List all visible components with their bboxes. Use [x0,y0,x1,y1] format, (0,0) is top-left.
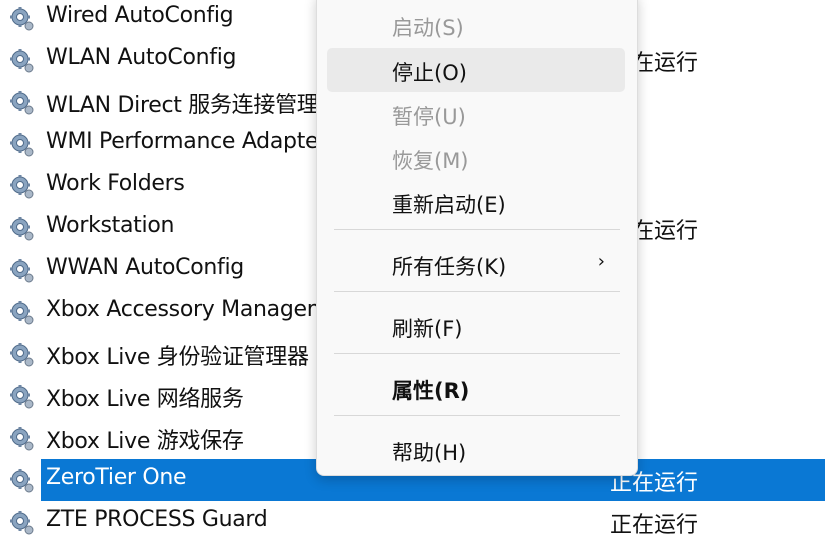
menu-resume: 恢复(M) [327,136,625,180]
service-name: Workstation [46,213,175,238]
menu-restart-label: 重新启动(E) [392,193,506,217]
menu-start: 启动(S) [327,3,625,47]
menu-separator [334,229,620,230]
menu-stop[interactable]: 停止(O) [327,48,625,92]
menu-pause: 暂停(U) [327,92,625,136]
service-name: WLAN Direct 服务连接管理器 [46,93,341,118]
menu-separator [334,291,620,292]
gear-icon [9,384,35,410]
service-name: Wired AutoConfig [46,3,234,28]
service-name: Xbox Live 游戏保存 [46,429,244,454]
service-name: WLAN AutoConfig [46,45,237,70]
menu-help[interactable]: 帮助(H) [327,428,625,472]
gear-icon [9,6,35,32]
gear-icon [9,132,35,158]
menu-resume-label: 恢复(M) [392,149,469,173]
service-name: ZTE PROCESS Guard [46,507,268,532]
service-name: WMI Performance Adapter [46,129,328,154]
service-name: Work Folders [46,171,185,196]
gear-icon [9,468,35,494]
service-row[interactable]: ZTE PROCESS Guard 正在运行 [0,501,825,543]
gear-icon [9,174,35,200]
gear-icon [9,258,35,284]
service-name: WWAN AutoConfig [46,255,244,280]
menu-start-label: 启动(S) [392,16,464,40]
menu-all-tasks-label: 所有任务(K) [392,255,507,279]
gear-icon [9,48,35,74]
menu-refresh-label: 刷新(F) [392,317,463,341]
gear-icon [9,510,35,536]
menu-refresh[interactable]: 刷新(F) [327,304,625,348]
service-status: 正在运行 [610,513,699,538]
service-name: ZeroTier One [46,465,187,490]
menu-properties[interactable]: 属性(R) [327,366,625,410]
menu-separator [334,415,620,416]
menu-restart[interactable]: 重新启动(E) [327,180,625,224]
gear-icon [9,216,35,242]
gear-icon [9,300,35,326]
menu-help-label: 帮助(H) [392,441,467,465]
chevron-right-icon: › [597,251,605,272]
menu-stop-label: 停止(O) [392,61,467,85]
gear-icon [9,426,35,452]
service-name: Xbox Live 身份验证管理器 [46,345,309,370]
service-name: Xbox Live 网络服务 [46,387,244,412]
menu-properties-label: 属性(R) [392,379,470,403]
gear-icon [9,342,35,368]
menu-all-tasks[interactable]: 所有任务(K) › [327,242,625,286]
menu-separator [334,353,620,354]
gear-icon [9,90,35,116]
menu-pause-label: 暂停(U) [392,105,466,129]
context-menu: 启动(S) 停止(O) 暂停(U) 恢复(M) 重新启动(E) 所有任务(K) ›… [316,0,638,476]
